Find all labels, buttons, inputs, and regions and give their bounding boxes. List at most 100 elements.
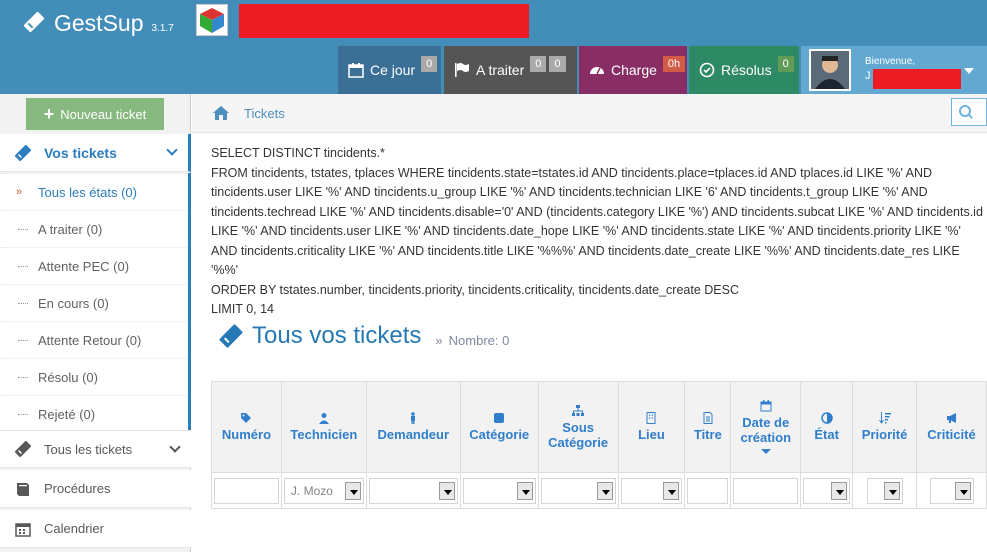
dropdown-arrow-icon xyxy=(596,481,613,500)
column-header-label: Priorité xyxy=(861,427,908,442)
ticket-icon xyxy=(14,144,32,161)
search-button[interactable] xyxy=(951,98,987,126)
column-header-label: Lieu xyxy=(638,427,665,442)
filter-categorie-select[interactable] xyxy=(462,477,536,504)
filter-titre-input[interactable] xyxy=(687,477,729,504)
tickets-table: Numéro Technicien Demandeur Catégorie So… xyxy=(211,381,987,509)
dropdown-arrow-icon xyxy=(663,481,680,500)
sidebar-item-calendrier[interactable]: Calendrier xyxy=(0,510,191,548)
sort-down-icon[interactable] xyxy=(760,449,771,454)
company-logo xyxy=(196,4,228,36)
column-header-label: Catégorie xyxy=(469,427,530,442)
ticket-icon xyxy=(14,440,32,458)
calendar-icon xyxy=(348,63,364,78)
filter-sous-categorie-select[interactable] xyxy=(540,477,616,504)
filter-technicien-select[interactable]: J. Mozo xyxy=(283,477,364,504)
building-icon xyxy=(646,412,656,424)
filter-numero-input[interactable] xyxy=(214,477,279,504)
sidebar-subitem-tous-les-etats[interactable]: » Tous les états (0) xyxy=(0,173,188,210)
nav-resolus-badge: 0 xyxy=(777,56,794,72)
sql-line-select: SELECT DISTINCT tincidents.* xyxy=(211,146,385,160)
sidebar-subitem-attente-pec[interactable]: Attente PEC (0) xyxy=(0,247,188,284)
caret-down-icon[interactable] xyxy=(964,68,974,74)
filter-criticite-select[interactable] xyxy=(929,477,974,504)
sidebar-subitem-label: Tous les états (0) xyxy=(38,184,137,200)
redacted-user-name xyxy=(873,69,961,89)
filter-etat-select[interactable] xyxy=(803,477,851,504)
sidebar-subitem-resolu[interactable]: Résolu (0) xyxy=(0,358,188,395)
double-angle-right-icon: » xyxy=(435,332,443,348)
dashboard-icon xyxy=(590,67,604,75)
filter-lieu-select[interactable] xyxy=(620,477,683,504)
ticket-count-label: Nombre: 0 xyxy=(448,332,510,348)
ticket-icon xyxy=(23,11,45,33)
user-menu[interactable]: Bienvenue, J xyxy=(801,46,987,94)
book-icon xyxy=(17,482,29,496)
sidebar-item-procedures[interactable]: Procédures xyxy=(0,470,191,508)
home-icon[interactable] xyxy=(212,105,230,121)
sidebar-subitem-attente-retour[interactable]: Attente Retour (0) xyxy=(0,321,188,358)
sql-debug-output: SELECT DISTINCT tincidents.* FROM tincid… xyxy=(211,144,983,320)
sql-line-from: FROM tincidents, tstates, tplaces WHERE … xyxy=(211,165,983,278)
user-avatar-icon xyxy=(811,51,849,89)
nav-resolus[interactable]: Résolus 0 xyxy=(689,46,799,94)
nav-ce-jour[interactable]: Ce jour 0 xyxy=(338,46,441,94)
nav-a-traiter[interactable]: A traiter 0 0 xyxy=(444,46,577,94)
filter-priorite-select[interactable] xyxy=(866,477,903,504)
filter-cell-sous-categorie xyxy=(537,472,619,509)
sidebar-item-tous-les-tickets[interactable]: Tous les tickets xyxy=(0,430,191,468)
column-header-label: État xyxy=(814,427,839,442)
nav-ce-jour-badge: 0 xyxy=(421,56,438,72)
sidebar-subitem-label: A traiter (0) xyxy=(38,221,103,237)
breadcrumb: Tickets xyxy=(192,94,987,133)
column-header-categorie[interactable]: Catégorie xyxy=(459,381,539,473)
filter-cell-lieu xyxy=(617,472,686,509)
search-icon xyxy=(959,105,973,119)
cube-logo-icon xyxy=(200,8,224,33)
filter-date-creation-input[interactable] xyxy=(733,477,799,504)
sidebar-item-vos-tickets[interactable]: Vos tickets xyxy=(0,134,191,172)
double-angle-right-icon: » xyxy=(16,186,23,198)
column-header-label: Titre xyxy=(693,427,722,442)
column-header-date-creation[interactable]: Date de création xyxy=(730,381,802,473)
tag-icon xyxy=(241,413,252,423)
new-ticket-button[interactable]: + Nouveau ticket xyxy=(26,98,164,130)
sidebar-subitem-a-traiter[interactable]: A traiter (0) xyxy=(0,210,188,247)
column-header-demandeur[interactable]: Demandeur xyxy=(365,381,461,473)
sidebar-subitem-en-cours[interactable]: En cours (0) xyxy=(0,284,188,321)
calendar-icon xyxy=(760,400,772,412)
square-icon xyxy=(494,413,505,423)
nav-a-traiter-label: A traiter xyxy=(476,62,525,78)
sidebar-subitem-label: En cours (0) xyxy=(38,295,109,311)
user-icon xyxy=(318,413,329,424)
column-header-technicien[interactable]: Technicien xyxy=(280,381,367,473)
chevron-down-icon xyxy=(166,144,178,156)
column-header-titre[interactable]: Titre xyxy=(684,381,732,473)
column-header-priorite[interactable]: Priorité xyxy=(852,381,918,473)
filter-cell-titre xyxy=(684,472,732,509)
column-header-sous-categorie[interactable]: Sous Catégorie xyxy=(537,381,619,473)
column-header-lieu[interactable]: Lieu xyxy=(617,381,686,473)
sidebar-item-label: Procédures xyxy=(44,481,111,496)
column-header-numero[interactable]: Numéro xyxy=(211,381,282,473)
top-navbar: GestSup 3.1.7 Ce jour 0 A traiter 0 0 Ch… xyxy=(0,0,987,94)
filter-demandeur-select[interactable] xyxy=(368,477,458,504)
redacted-company-name xyxy=(239,4,529,38)
filter-cell-etat xyxy=(800,472,854,509)
avatar xyxy=(809,49,851,91)
breadcrumb-tickets[interactable]: Tickets xyxy=(244,106,285,121)
column-header-criticite[interactable]: Criticité xyxy=(916,381,987,473)
dropdown-arrow-icon xyxy=(831,481,848,500)
brand[interactable]: GestSup 3.1.7 xyxy=(22,7,174,37)
column-header-label: Technicien xyxy=(290,427,358,442)
sidebar-item-label: Calendrier xyxy=(44,521,104,536)
filter-cell-criticite xyxy=(916,472,987,509)
bullhorn-icon xyxy=(946,413,956,423)
check-circle-icon xyxy=(699,62,715,78)
sidebar: + Nouveau ticket Vos tickets » Tous les ét… xyxy=(0,94,191,552)
nav-charge[interactable]: Charge 0h xyxy=(579,46,687,94)
column-header-label: Criticité xyxy=(927,427,976,442)
filter-row: J. Mozo xyxy=(211,472,987,509)
column-header-etat[interactable]: État xyxy=(800,381,854,473)
sidebar-subitem-rejete[interactable]: Rejeté (0) xyxy=(0,395,188,432)
